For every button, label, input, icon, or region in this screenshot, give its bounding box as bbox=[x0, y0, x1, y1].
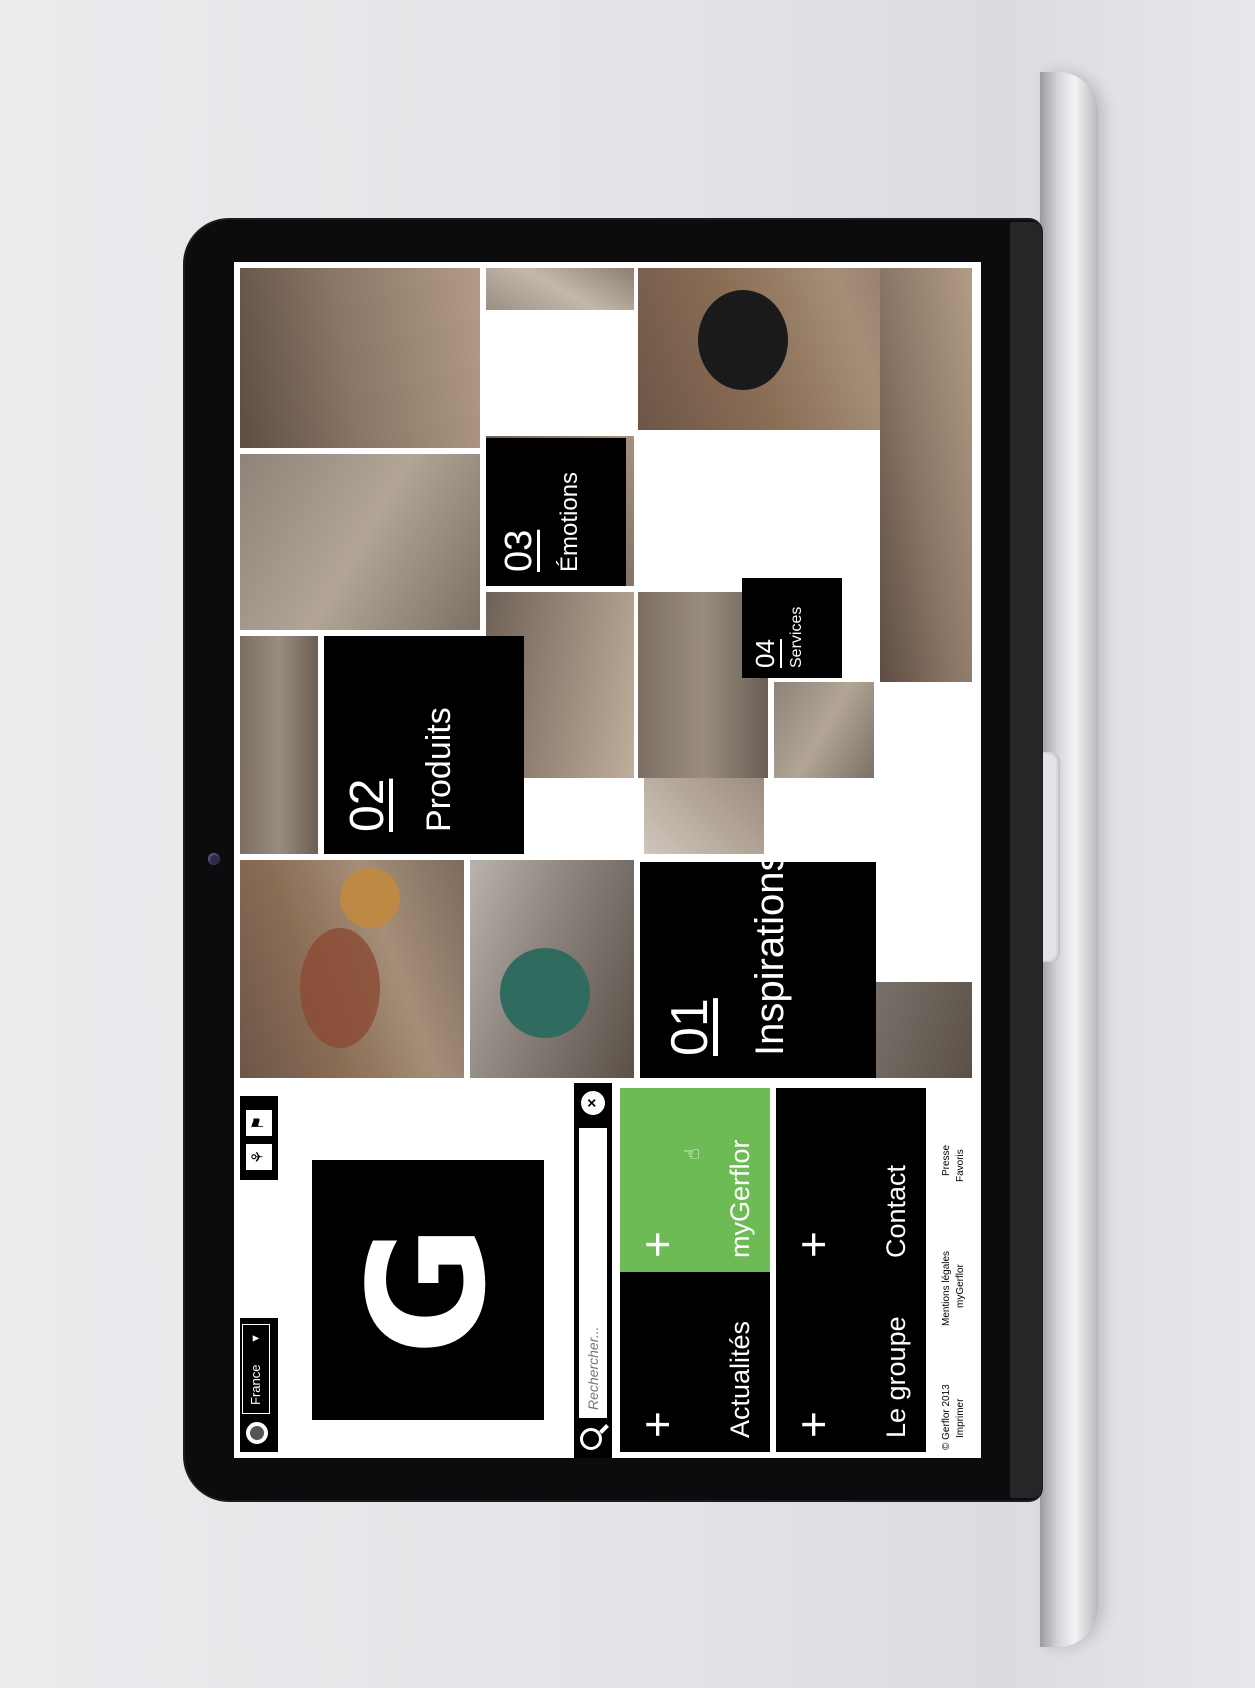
social-bar: ⚘ ⚑ bbox=[240, 1096, 278, 1180]
photo-shelves[interactable] bbox=[240, 636, 318, 854]
country-bar: France ▼ bbox=[240, 1318, 278, 1452]
tile-produits[interactable]: 02 Produits bbox=[324, 636, 524, 854]
tile-number: 03 bbox=[498, 529, 540, 572]
bookmark-icon[interactable]: ⚑ bbox=[246, 1110, 272, 1136]
camera-icon bbox=[208, 853, 220, 865]
pointer-cursor-icon: ☝ bbox=[682, 1147, 704, 1160]
country-select[interactable]: France ▼ bbox=[242, 1324, 270, 1414]
photo-kitchen[interactable] bbox=[240, 268, 480, 448]
menu-mygerflor[interactable]: + ☝ myGerflor bbox=[620, 1088, 770, 1272]
photo-bedroom[interactable] bbox=[880, 268, 972, 682]
footer-link-print[interactable]: Imprimer bbox=[954, 1384, 968, 1450]
search-bar: × bbox=[574, 1083, 612, 1458]
sidebar: France ▼ ⚘ ⚑ G × + Actualités + bbox=[234, 1083, 981, 1458]
laptop-bezel-edge bbox=[1010, 222, 1042, 1498]
country-label: France bbox=[248, 1364, 263, 1405]
tile-number: 01 bbox=[661, 998, 719, 1056]
footer-col-1: © Gerflor 2013 Imprimer bbox=[940, 1384, 968, 1450]
footer-link-mygerflor[interactable]: myGerflor bbox=[954, 1251, 968, 1326]
menu-le-groupe[interactable]: + Le groupe bbox=[776, 1268, 926, 1452]
photo-office[interactable] bbox=[240, 454, 480, 630]
laptop-notch bbox=[1040, 752, 1060, 962]
plus-icon: + bbox=[631, 1231, 683, 1258]
footer-link-favorites[interactable]: Favoris bbox=[954, 1145, 968, 1182]
tile-number: 02 bbox=[341, 778, 394, 832]
footer-link-press[interactable]: Presse bbox=[940, 1145, 954, 1182]
laptop-screen: France ▼ ⚘ ⚑ G × + Actualités + bbox=[234, 262, 981, 1458]
tile-label: Inspirations bbox=[748, 851, 792, 1056]
plus-icon: + bbox=[787, 1411, 839, 1438]
chevron-down-icon: ▼ bbox=[250, 1333, 262, 1344]
plus-icon: + bbox=[787, 1231, 839, 1258]
photo-cafe-tables[interactable] bbox=[774, 682, 874, 778]
tile-label: Émotions bbox=[556, 471, 583, 572]
logo-letter: G bbox=[334, 1224, 521, 1356]
menu-contact[interactable]: + Contact bbox=[776, 1088, 926, 1272]
share-icon[interactable]: ⚘ bbox=[246, 1144, 272, 1170]
footer-copyright: © Gerflor 2013 bbox=[941, 1384, 952, 1450]
search-icon[interactable] bbox=[580, 1428, 602, 1450]
close-icon[interactable]: × bbox=[581, 1091, 605, 1115]
menu-label: myGerflor bbox=[725, 1139, 755, 1258]
tile-label: Services bbox=[788, 606, 805, 668]
tile-services[interactable]: 04 Services bbox=[742, 578, 842, 678]
footer-link-legal[interactable]: Mentions légales bbox=[940, 1251, 954, 1326]
photo-pouf-room[interactable] bbox=[470, 860, 634, 1078]
globe-icon[interactable] bbox=[244, 1420, 270, 1446]
tile-emotions[interactable]: 03 Émotions bbox=[486, 438, 626, 586]
photo-living-room[interactable] bbox=[240, 860, 464, 1078]
website-canvas: France ▼ ⚘ ⚑ G × + Actualités + bbox=[234, 262, 981, 1458]
menu-label: Actualités bbox=[725, 1320, 755, 1438]
menu-label: Le groupe bbox=[881, 1316, 911, 1438]
gerflor-logo[interactable]: G bbox=[312, 1160, 544, 1420]
plus-icon: + bbox=[631, 1411, 683, 1438]
menu-label: Contact bbox=[881, 1164, 911, 1258]
search-input[interactable] bbox=[579, 1128, 607, 1418]
photo-chairs[interactable] bbox=[486, 268, 634, 310]
tile-label: Produits bbox=[420, 707, 458, 832]
footer-col-2: Mentions légales myGerflor bbox=[940, 1251, 968, 1326]
menu-actualites[interactable]: + Actualités bbox=[620, 1268, 770, 1452]
tile-inspirations[interactable]: 01 Inspirations bbox=[640, 851, 876, 1078]
tile-number: 04 bbox=[750, 639, 780, 668]
footer-col-3: Presse Favoris bbox=[940, 1145, 968, 1182]
